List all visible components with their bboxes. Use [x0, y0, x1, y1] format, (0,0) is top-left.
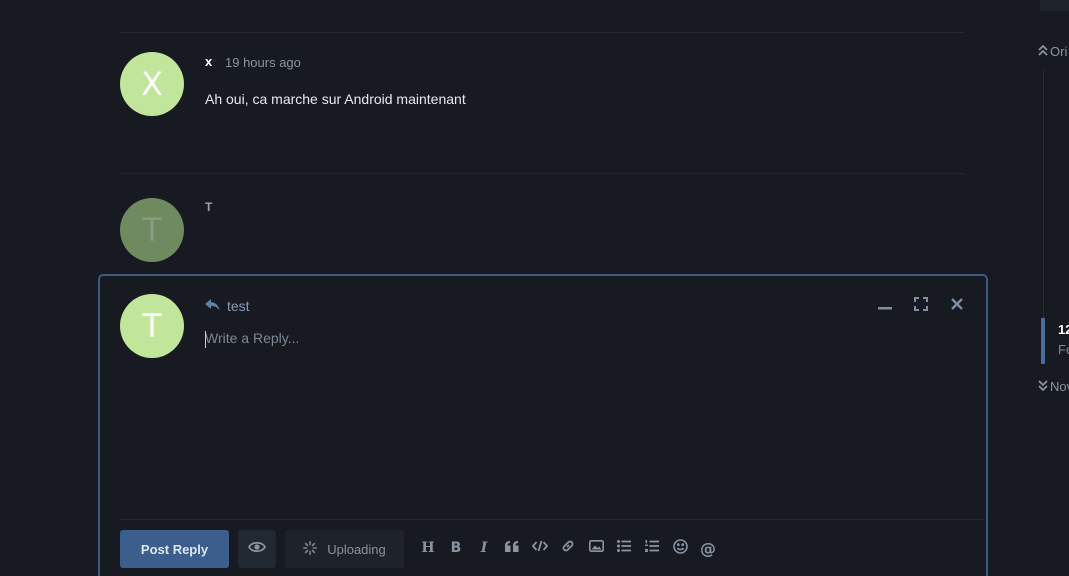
double-chevron-up-icon: [1038, 44, 1048, 59]
preview-eye-icon: [247, 540, 267, 558]
minimize-icon: [878, 297, 892, 316]
double-chevron-down-icon: [1038, 379, 1048, 394]
timeline-now-label: Nov: [1050, 379, 1069, 394]
timeline-top-control: [1040, 0, 1069, 11]
image-icon: [588, 540, 604, 556]
text-caret: [205, 331, 206, 348]
post-username[interactable]: T: [205, 200, 212, 214]
link-icon: [561, 539, 575, 557]
numbered-list-icon: [645, 540, 659, 556]
quote-button[interactable]: [502, 538, 522, 558]
reply-icon: [205, 298, 220, 314]
heading-icon: H: [421, 540, 435, 556]
heading-button[interactable]: H: [418, 538, 438, 558]
post-username[interactable]: x: [205, 54, 212, 69]
mention-button[interactable]: @: [698, 538, 718, 558]
bold-button[interactable]: B: [446, 538, 466, 558]
italic-icon: I: [480, 540, 488, 556]
upload-status: Uploading: [285, 530, 404, 568]
post-reply-button[interactable]: Post Reply: [120, 530, 229, 568]
emoji-button[interactable]: [670, 538, 690, 558]
emoji-icon: [672, 538, 688, 558]
post-divider: [120, 173, 965, 174]
uploading-label: Uploading: [327, 541, 386, 557]
spinner-icon: [303, 540, 318, 558]
reply-to-text: test: [227, 298, 250, 314]
code-button[interactable]: [530, 538, 550, 558]
fullscreen-icon: [914, 296, 928, 316]
link-button[interactable]: [558, 538, 578, 558]
avatar[interactable]: X: [120, 52, 184, 116]
close-button[interactable]: [947, 296, 967, 316]
italic-button[interactable]: I: [474, 538, 494, 558]
image-button[interactable]: [586, 538, 606, 558]
timeline-track[interactable]: [1043, 70, 1044, 318]
toolbar-divider: [120, 519, 985, 520]
bold-icon: B: [450, 540, 462, 556]
timeline-handle[interactable]: [1041, 318, 1045, 364]
mention-icon: @: [700, 538, 716, 558]
numbered-list-button[interactable]: [642, 538, 662, 558]
timeline-original-post[interactable]: Ori: [1038, 44, 1067, 59]
avatar: T: [120, 294, 184, 358]
reply-textarea[interactable]: [205, 330, 965, 510]
code-icon: [531, 540, 549, 556]
reply-to-label[interactable]: test: [205, 298, 250, 314]
close-icon: [951, 297, 963, 315]
fullscreen-button[interactable]: [911, 296, 931, 316]
post-time[interactable]: 19 hours ago: [225, 55, 301, 70]
post-body: Ah oui, ca marche sur Android maintenant: [205, 91, 466, 107]
avatar[interactable]: T: [120, 198, 184, 262]
bulleted-list-button[interactable]: [614, 538, 634, 558]
avatar-letter: T: [142, 211, 162, 249]
bulleted-list-icon: [617, 540, 631, 556]
timeline-position: 12: [1058, 322, 1069, 337]
minimize-button[interactable]: [875, 296, 895, 316]
post-divider: [120, 32, 965, 33]
avatar-letter: T: [142, 307, 162, 345]
timeline-date: Fe: [1058, 342, 1069, 357]
avatar-letter: X: [141, 65, 163, 103]
timeline-original-label: Ori: [1050, 44, 1068, 59]
preview-button[interactable]: [238, 530, 276, 568]
quote-icon: [505, 540, 519, 556]
timeline-now[interactable]: Nov: [1038, 379, 1069, 394]
